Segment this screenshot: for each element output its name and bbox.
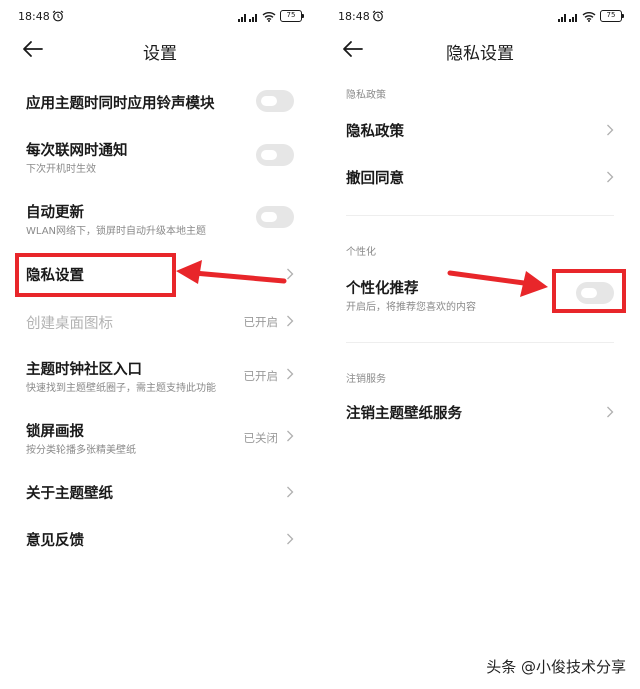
row-value: 已开启 [243,315,279,329]
row-title: 撤回同意 [346,171,404,187]
privacy-row-cancel-service[interactable]: 注销主题壁纸服务 [320,392,640,432]
header: 隐私设置 [320,32,640,68]
battery-icon: 75 [280,10,304,22]
red-arrow-icon [447,270,548,297]
row-title: 个性化推荐 [346,281,419,297]
row-subtitle: WLAN网络下，锁屏时自动升级本地主题 [26,226,207,237]
auto-update-toggle[interactable] [256,206,294,228]
chevron-right-icon [287,368,294,380]
row-value: 已关闭 [243,431,279,445]
settings-row-desktop-icon[interactable]: 创建桌面图标 已开启 [0,303,320,339]
status-bar: 18:48 75 [320,0,640,30]
chevron-right-icon [287,315,294,327]
row-title: 应用主题时同时应用铃声模块 [26,96,215,112]
wifi-icon [582,11,596,22]
status-bar: 18:48 75 [0,0,320,30]
settings-row-community[interactable]: 主题时钟社区入口 快速找到主题壁纸圈子，需主题支持此功能 已开启 [0,352,320,398]
signal-icon [558,13,577,22]
row-title: 自动更新 [26,205,84,221]
alarm-icon [52,10,64,22]
row-title: 关于主题壁纸 [26,486,113,502]
toggle-knob [261,212,277,222]
battery-level: 75 [286,11,296,19]
section-label-personalization: 个性化 [346,247,376,258]
row-title: 创建桌面图标 [26,316,113,332]
section-label-account-cancel: 注销服务 [346,374,386,385]
red-arrow-icon [176,260,287,284]
page-title: 设置 [143,44,177,64]
settings-row-lockscreen[interactable]: 锁屏画报 按分类轮播多张精美壁纸 已关闭 [0,414,320,460]
watermark: 头条 @小俊技术分享 [486,656,626,677]
privacy-row-withdraw-consent[interactable]: 撤回同意 [320,157,640,197]
status-icons: 75 [558,10,624,22]
row-title: 注销主题壁纸服务 [346,406,462,422]
section-divider [346,215,614,216]
row-subtitle: 按分类轮播多张精美壁纸 [26,445,136,456]
alarm-icon [372,10,384,22]
chevron-right-icon [287,430,294,442]
ringtone-toggle[interactable] [256,90,294,112]
chevron-right-icon [287,533,294,545]
row-title: 隐私政策 [346,124,404,140]
settings-row-network-notify[interactable]: 每次联网时通知 下次开机时生效 [0,132,320,180]
chevron-right-icon [287,486,294,498]
page-title: 隐私设置 [446,44,514,64]
battery-icon: 75 [600,10,624,22]
settings-row-feedback[interactable]: 意见反馈 [0,521,320,557]
settings-row-about[interactable]: 关于主题壁纸 [0,474,320,510]
status-time: 18:48 [338,10,370,23]
status-icons: 75 [238,10,304,22]
chevron-right-icon [607,171,614,183]
settings-screen: 18:48 75 设置 应用主题时同时应用铃声模块 每次联网时通知 下次开机时生… [0,0,320,689]
privacy-row-policy[interactable]: 隐私政策 [320,110,640,150]
watermark-text: 头条 @小俊技术分享 [486,658,626,676]
section-divider [346,342,614,343]
highlight-box-toggle [552,269,626,313]
row-value: 已开启 [243,369,279,383]
row-title: 锁屏画报 [26,424,84,440]
section-label-privacy-policy: 隐私政策 [346,90,386,101]
row-subtitle: 快速找到主题壁纸圈子，需主题支持此功能 [26,383,216,394]
signal-icon [238,13,257,22]
wifi-icon [262,11,276,22]
battery-level: 75 [606,11,616,19]
row-title: 意见反馈 [26,533,84,549]
settings-row-ringtone[interactable]: 应用主题时同时应用铃声模块 [0,80,320,124]
network-notify-toggle[interactable] [256,144,294,166]
highlight-box-privacy [15,253,176,297]
row-subtitle: 下次开机时生效 [26,164,96,175]
chevron-right-icon [607,406,614,418]
privacy-settings-screen: 18:48 75 隐私设置 隐私政策 隐私政策 撤回同意 个性化 个性化推荐 开… [320,0,640,689]
toggle-knob [261,150,277,160]
row-title: 主题时钟社区入口 [26,362,142,378]
status-time: 18:48 [18,10,50,23]
settings-row-auto-update[interactable]: 自动更新 WLAN网络下，锁屏时自动升级本地主题 [0,194,320,242]
row-title: 每次联网时通知 [26,143,128,159]
header: 设置 [0,32,320,68]
chevron-right-icon [607,124,614,136]
toggle-knob [261,96,277,106]
